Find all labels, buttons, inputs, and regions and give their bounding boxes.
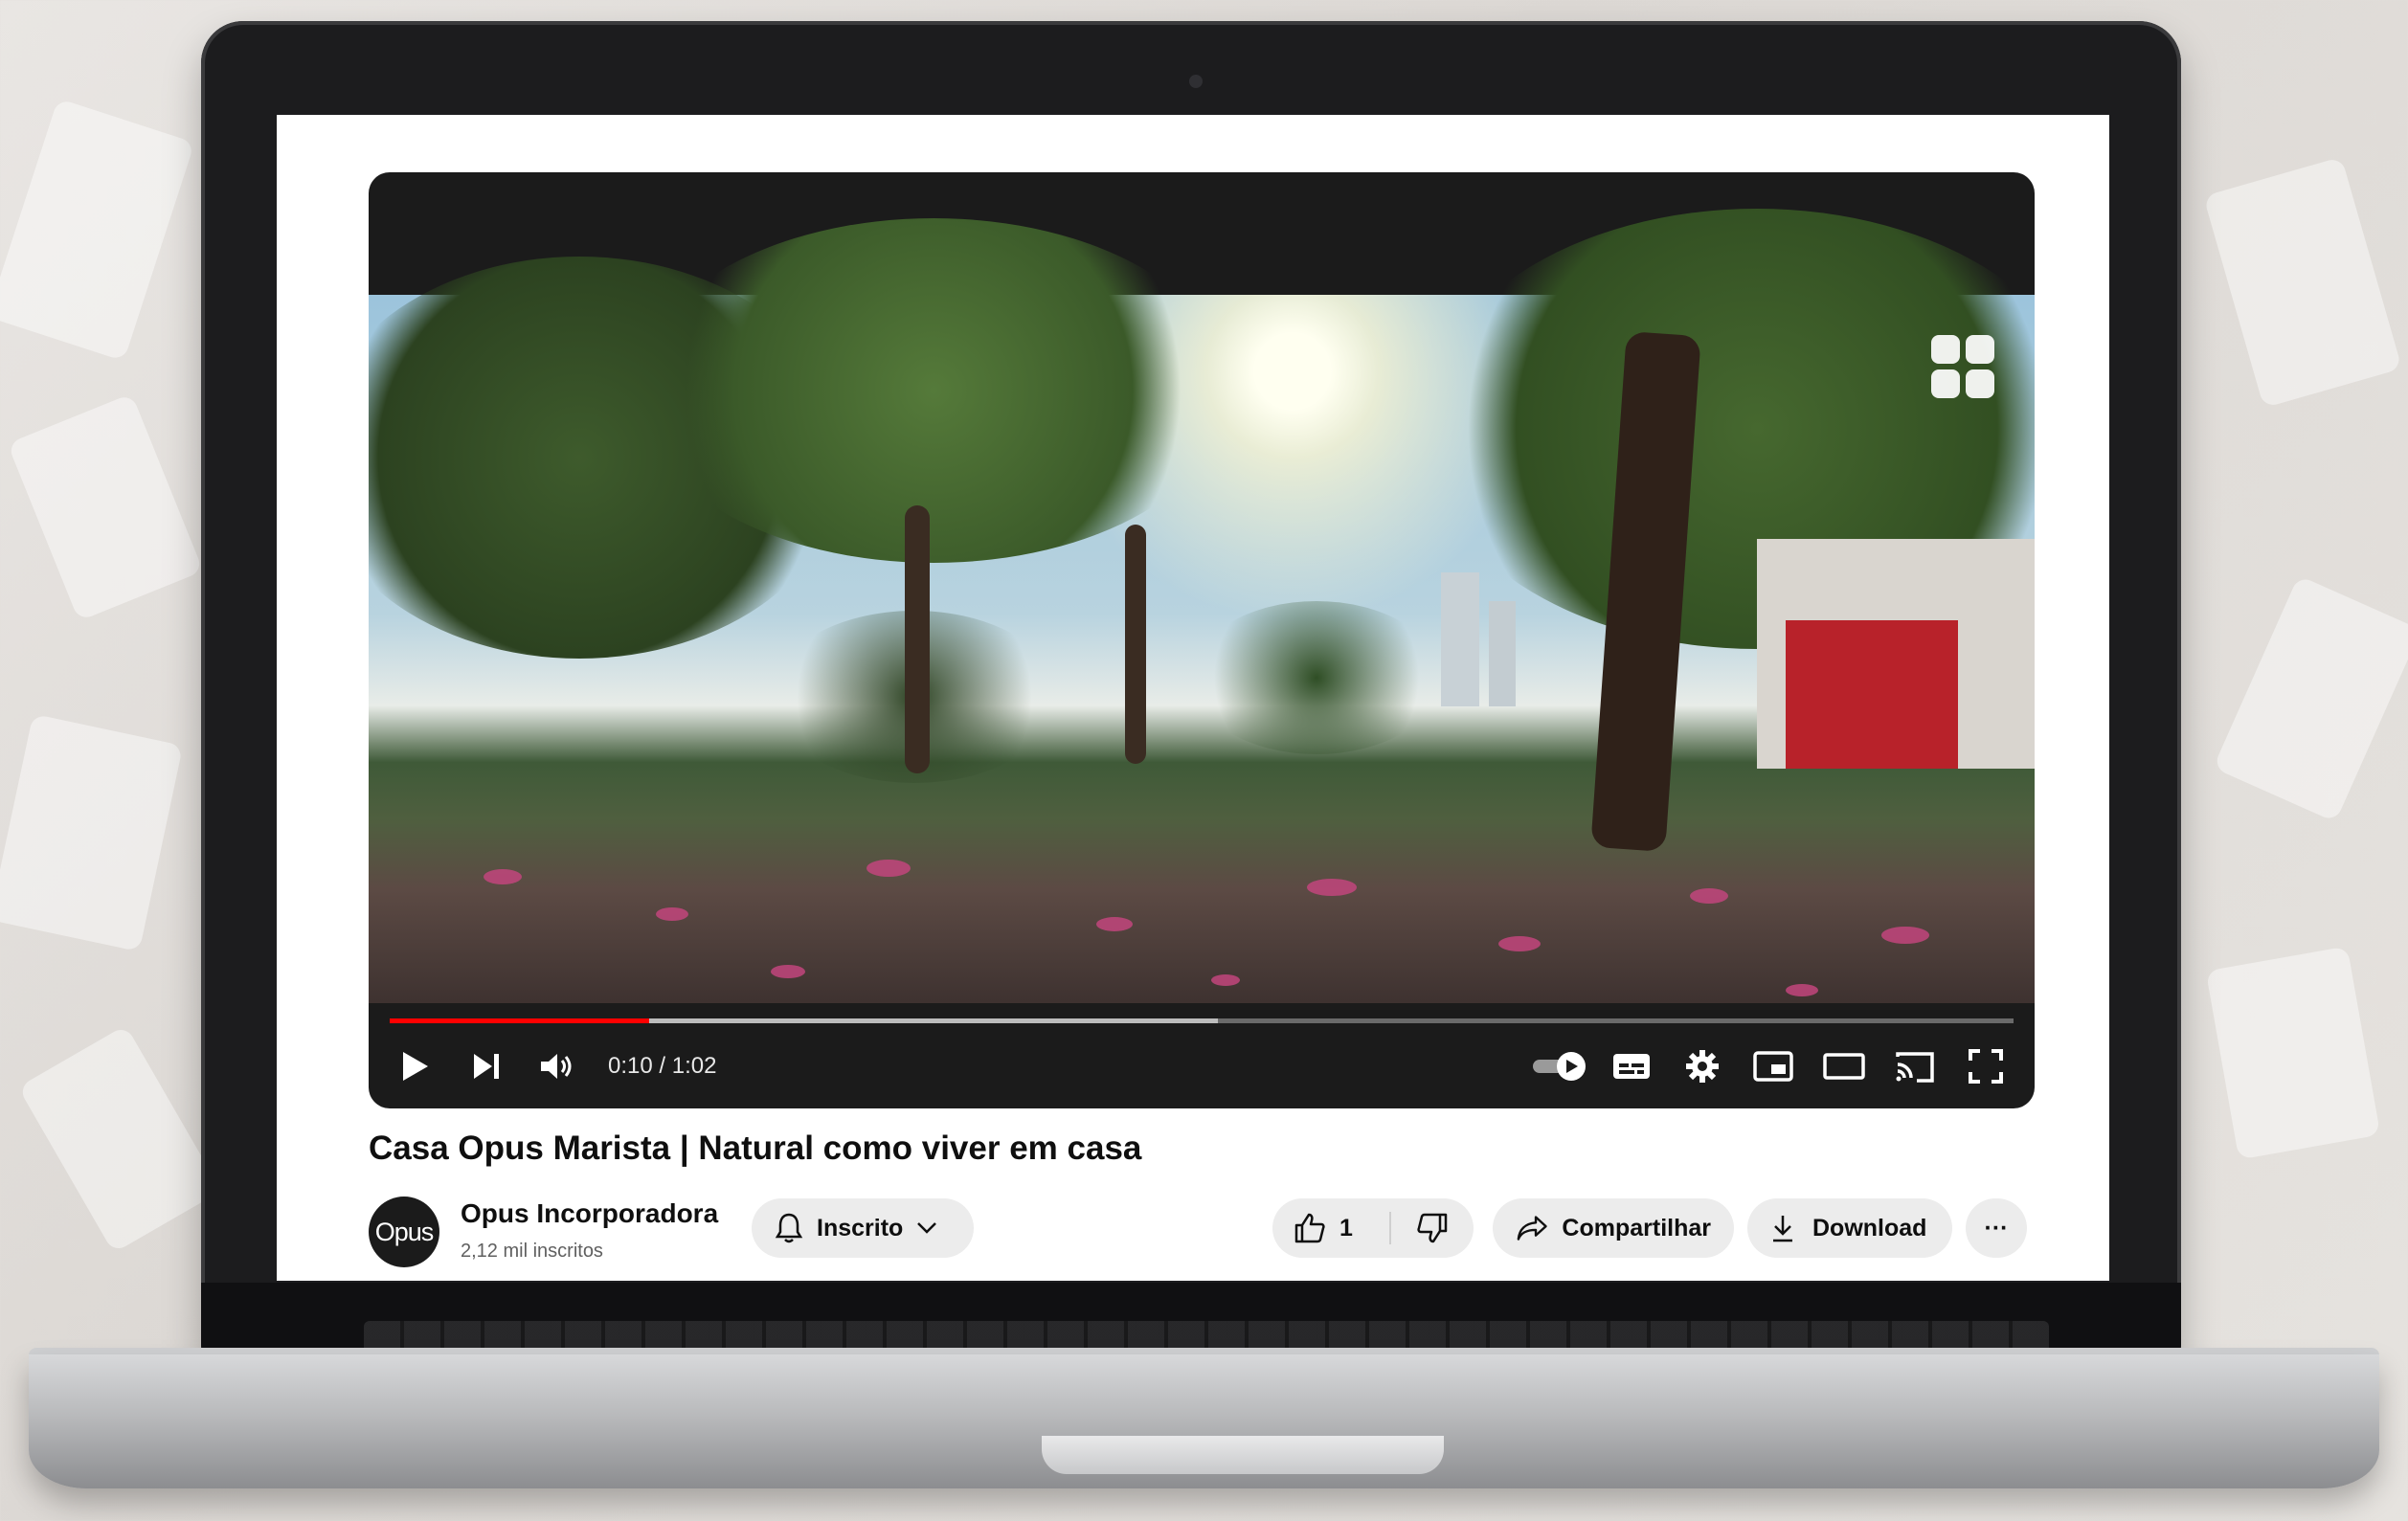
progress-bar[interactable]	[390, 1018, 2014, 1023]
next-icon	[474, 1054, 499, 1079]
channel-avatar[interactable]: Opus	[369, 1197, 439, 1267]
video-player[interactable]: 0:10 / 1:02	[369, 172, 2035, 1108]
video-title: Casa Opus Marista | Natural como viver e…	[369, 1130, 1142, 1167]
miniplayer-button[interactable]	[1738, 1038, 1809, 1095]
subtitles-icon	[1613, 1054, 1650, 1079]
player-controls: 0:10 / 1:02	[369, 1038, 2035, 1095]
download-icon	[1773, 1216, 1792, 1242]
subscriber-count: 2,12 mil inscritos	[461, 1241, 603, 1262]
video-frame[interactable]	[369, 209, 2035, 1003]
play-icon	[403, 1052, 428, 1081]
next-button[interactable]	[451, 1038, 522, 1095]
autoplay-toggle-icon	[1533, 1052, 1586, 1081]
miniplayer-icon	[1753, 1051, 1793, 1082]
dislike-icon	[1417, 1213, 1448, 1243]
subscribed-button[interactable]: Inscrito	[752, 1198, 974, 1258]
fullscreen-icon	[1969, 1049, 2003, 1084]
cast-icon	[1896, 1052, 1934, 1083]
fullscreen-button[interactable]	[1950, 1038, 2021, 1095]
play-button[interactable]	[380, 1038, 451, 1095]
settings-icon	[1686, 1050, 1719, 1083]
settings-button[interactable]	[1667, 1038, 1738, 1095]
volume-button[interactable]	[522, 1038, 593, 1095]
more-label: ···	[1984, 1214, 2009, 1241]
channel-watermark-icon[interactable]	[1931, 335, 1996, 400]
autoplay-toggle[interactable]	[1525, 1038, 1596, 1095]
like-dislike-group: 1	[1272, 1198, 1474, 1258]
share-button[interactable]: Compartilhar	[1493, 1198, 1734, 1258]
subtitles-button[interactable]	[1596, 1038, 1667, 1095]
download-button[interactable]: Download	[1747, 1198, 1952, 1258]
subscribed-label: Inscrito	[817, 1214, 904, 1241]
theater-mode-button[interactable]	[1809, 1038, 1879, 1095]
laptop-notch	[1042, 1436, 1444, 1474]
progress-played	[390, 1018, 650, 1023]
time-display: 0:10 / 1:02	[608, 1053, 717, 1079]
like-icon	[1294, 1213, 1325, 1243]
chevron-down-icon	[917, 1222, 937, 1234]
like-button[interactable]: 1	[1272, 1198, 1389, 1258]
share-label: Compartilhar	[1562, 1214, 1711, 1241]
channel-name[interactable]: Opus Incorporadora	[461, 1198, 718, 1229]
bell-icon	[775, 1213, 803, 1243]
more-actions-button[interactable]: ···	[1966, 1198, 2027, 1258]
like-count: 1	[1339, 1214, 1353, 1241]
laptop-lid: 0:10 / 1:02 Casa Opus Marista | Natural …	[201, 21, 2181, 1356]
dislike-button[interactable]	[1391, 1198, 1474, 1258]
laptop-screen: 0:10 / 1:02 Casa Opus Marista | Natural …	[277, 115, 2109, 1281]
volume-icon	[541, 1054, 572, 1079]
channel-row: Opus Opus Incorporadora 2,12 mil inscrit…	[369, 1193, 2035, 1269]
webcam	[1189, 75, 1203, 88]
download-label: Download	[1812, 1214, 1927, 1241]
cast-button[interactable]	[1879, 1038, 1950, 1095]
share-icon	[1517, 1216, 1547, 1241]
theater-icon	[1823, 1053, 1865, 1080]
